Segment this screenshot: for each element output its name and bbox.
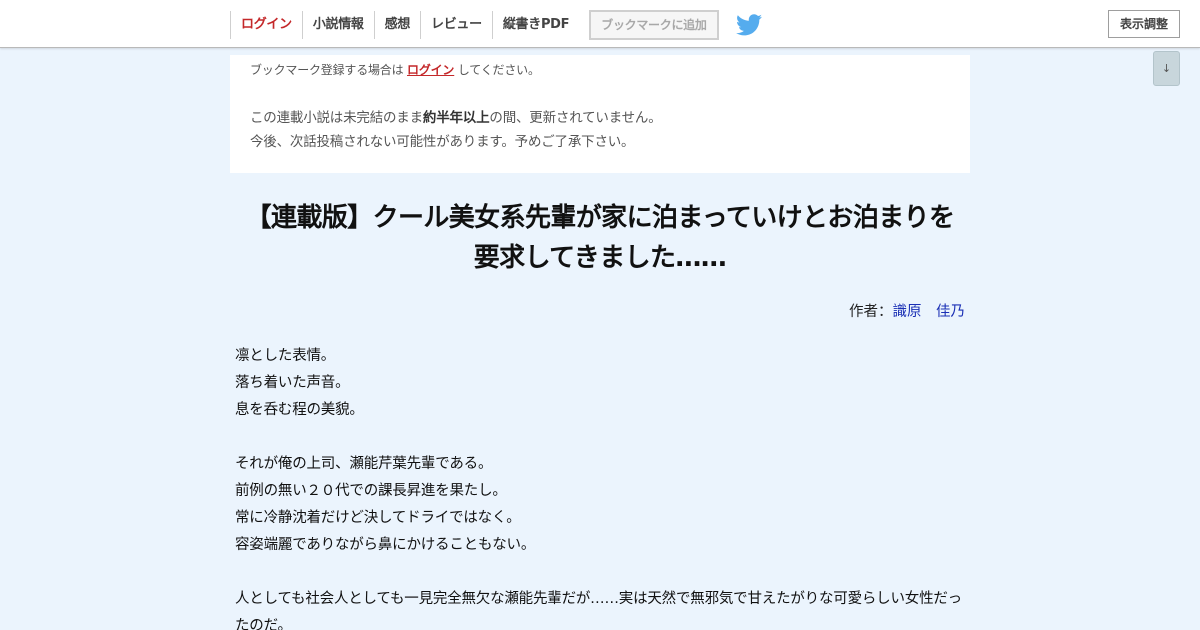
- bookmark-prefix: ブックマーク登録する場合は: [250, 63, 404, 77]
- add-bookmark-button[interactable]: ブックマークに追加: [589, 10, 719, 40]
- hiatus-warning: この連載小説は未完結のまま約半年以上の間、更新されていません。 今後、次話投稿さ…: [250, 106, 950, 154]
- nav-review[interactable]: レビュー: [420, 11, 492, 39]
- body-line: 息を呑む程の美貌。: [235, 402, 364, 418]
- body-line: 常に冷静沈着だけど決してドライではなく。: [235, 510, 521, 526]
- nav-vertical-pdf[interactable]: 縦書きPDF: [491, 11, 579, 39]
- warning-line-1: この連載小説は未完結のまま約半年以上の間、更新されていません。: [250, 106, 950, 130]
- warning-text-a: この連載小説は未完結のまま: [250, 110, 423, 126]
- scroll-down-button[interactable]: ↓: [1153, 51, 1180, 86]
- body-line: それが俺の上司、瀬能芹葉先輩である。: [235, 456, 493, 472]
- author-line: 作者：識原 佳乃: [849, 300, 965, 321]
- nav-impressions[interactable]: 感想: [373, 11, 420, 39]
- warning-duration: 約半年以上: [422, 110, 490, 126]
- author-name-link[interactable]: 識原 佳乃: [893, 304, 966, 320]
- twitter-icon[interactable]: [735, 13, 763, 37]
- nav-login[interactable]: ログイン: [230, 11, 302, 39]
- body-line: 容姿端麗でありながら鼻にかけることもない。: [235, 537, 536, 553]
- warning-line-2: 今後、次話投稿されない可能性があります。予めご了承下さい。: [250, 134, 635, 150]
- notice-login-link[interactable]: ログイン: [407, 63, 454, 77]
- bookmark-suffix: してください。: [457, 63, 540, 77]
- novel-body-text: 凛とした表情。 落ち着いた声音。 息を呑む程の美貌。それが俺の上司、瀬能芹葉先輩であ…: [235, 343, 970, 630]
- top-navigation: ログイン 小説情報 感想 レビュー 縦書きPDF ブックマークに追加: [230, 10, 763, 40]
- body-line: 前例の無い２０代での課長昇進を果たし。: [235, 483, 507, 499]
- nav-novel-info[interactable]: 小説情報: [301, 11, 374, 39]
- warning-text-c: の間、更新されていません。: [489, 110, 662, 126]
- body-line: 落ち着いた声音。: [235, 375, 350, 391]
- notice-box: ブックマーク登録する場合は ログイン してください。 この連載小説は未完結のまま…: [230, 55, 970, 173]
- display-settings-button[interactable]: 表示調整: [1108, 10, 1180, 38]
- novel-title: 【連載版】クール美女系先輩が家に泊まっていけとお泊まりを要求してきました……: [245, 203, 955, 273]
- body-line: 凛とした表情。: [235, 348, 336, 364]
- site-header: ログイン 小説情報 感想 レビュー 縦書きPDF ブックマークに追加 表示調整: [0, 0, 1200, 48]
- bookmark-login-notice: ブックマーク登録する場合は ログイン してください。: [250, 61, 950, 79]
- author-label: 作者：: [849, 304, 893, 320]
- body-line: 人としても社会人としても一見完全無欠な瀬能先輩だが……実は天然で無邪気で甘えたが…: [235, 591, 962, 630]
